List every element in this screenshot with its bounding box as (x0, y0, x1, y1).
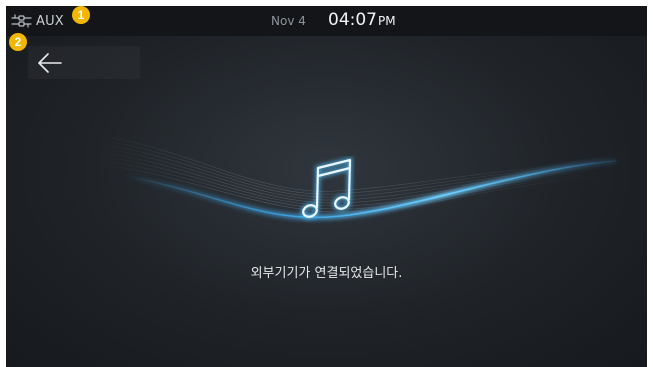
back-button[interactable] (28, 46, 140, 79)
status-time: 04:07PM (328, 10, 396, 30)
back-arrow-icon (38, 53, 62, 73)
aux-screen: AUX Nov 4 04:07PM 외부기기가 연결되었습니다. (6, 6, 647, 367)
status-time-value: 04:07 (328, 10, 377, 30)
status-date: Nov 4 (271, 14, 306, 28)
source-label: AUX (36, 13, 64, 29)
audio-source: AUX (11, 11, 64, 31)
status-time-ampm: PM (378, 14, 396, 28)
status-bar: AUX Nov 4 04:07PM (6, 6, 647, 36)
aux-cable-icon (11, 14, 32, 28)
music-note-icon (300, 156, 353, 220)
callout-badge-2: 2 (9, 33, 27, 51)
connection-message: 외부기기가 연결되었습니다. (250, 266, 403, 281)
callout-badge-1: 1 (72, 6, 90, 24)
